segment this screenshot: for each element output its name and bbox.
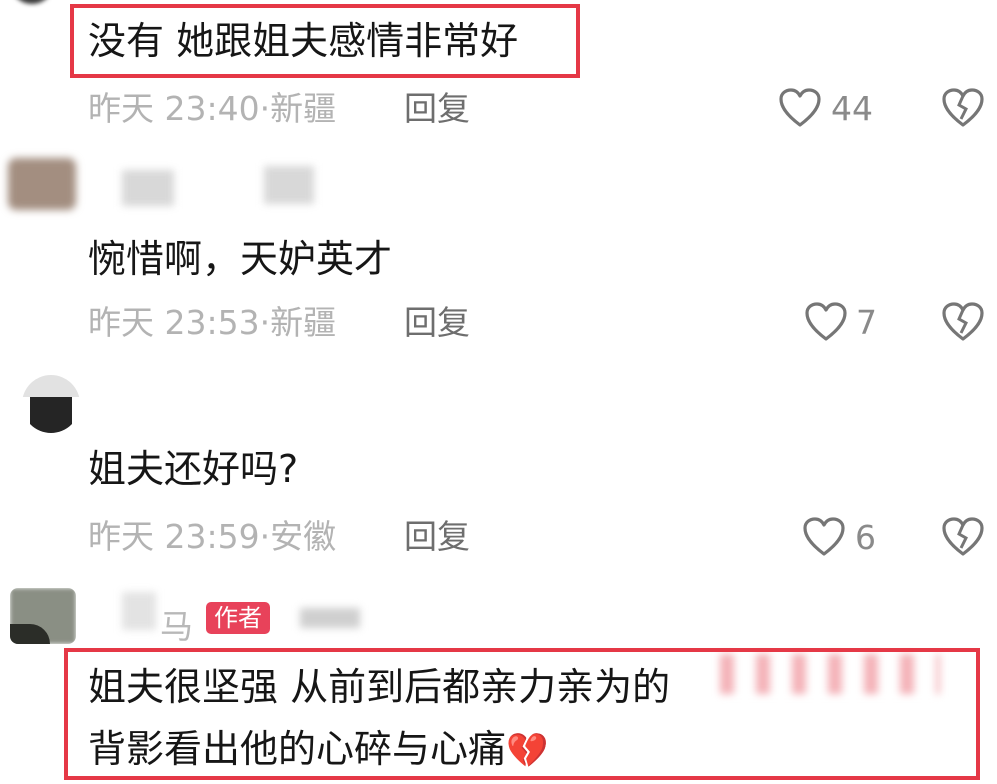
heart-icon[interactable] bbox=[778, 87, 822, 129]
comment-text: 姐夫还好吗? bbox=[88, 447, 299, 491]
username[interactable]: 马 bbox=[160, 600, 193, 648]
like-count: 7 bbox=[856, 303, 877, 342]
avatar[interactable] bbox=[10, 588, 76, 644]
reply-button[interactable]: 回复 bbox=[404, 520, 470, 553]
comment-text-line: 背影看出他的心碎与心痛 bbox=[88, 727, 507, 771]
comment-meta: 昨天 23:40·新疆 bbox=[88, 89, 337, 128]
comment-text: 没有 她跟姐夫感情非常好 bbox=[88, 19, 519, 63]
heart-icon[interactable] bbox=[804, 301, 848, 343]
heart-icon[interactable] bbox=[802, 516, 846, 558]
username-blurred bbox=[122, 592, 156, 630]
comment-text: 背影看出他的心碎与心痛💔 bbox=[88, 730, 548, 768]
broken-heart-icon[interactable] bbox=[941, 301, 985, 343]
comment-meta: 昨天 23:59·安徽 bbox=[88, 517, 337, 556]
comment-text: 惋惜啊，天妒英才 bbox=[88, 237, 393, 281]
reply-button[interactable]: 回复 bbox=[404, 92, 470, 125]
comment-meta: 昨天 23:53·新疆 bbox=[88, 303, 337, 342]
avatar[interactable] bbox=[8, 158, 76, 210]
broken-heart-emoji: 💔 bbox=[506, 731, 549, 771]
username-blurred bbox=[122, 170, 174, 206]
reply-button[interactable]: 回复 bbox=[404, 306, 470, 339]
broken-heart-icon[interactable] bbox=[941, 87, 985, 129]
comment-text: 姐夫很坚强 从前到后都亲力亲为的 bbox=[88, 665, 671, 709]
broken-heart-icon[interactable] bbox=[941, 516, 985, 558]
like-count: 44 bbox=[831, 89, 873, 128]
avatar[interactable] bbox=[10, 0, 54, 4]
avatar[interactable] bbox=[22, 375, 80, 433]
blurred-icons bbox=[300, 608, 360, 628]
like-count: 6 bbox=[855, 518, 876, 557]
username-blurred bbox=[264, 166, 314, 204]
author-badge: 作者 bbox=[206, 602, 270, 634]
